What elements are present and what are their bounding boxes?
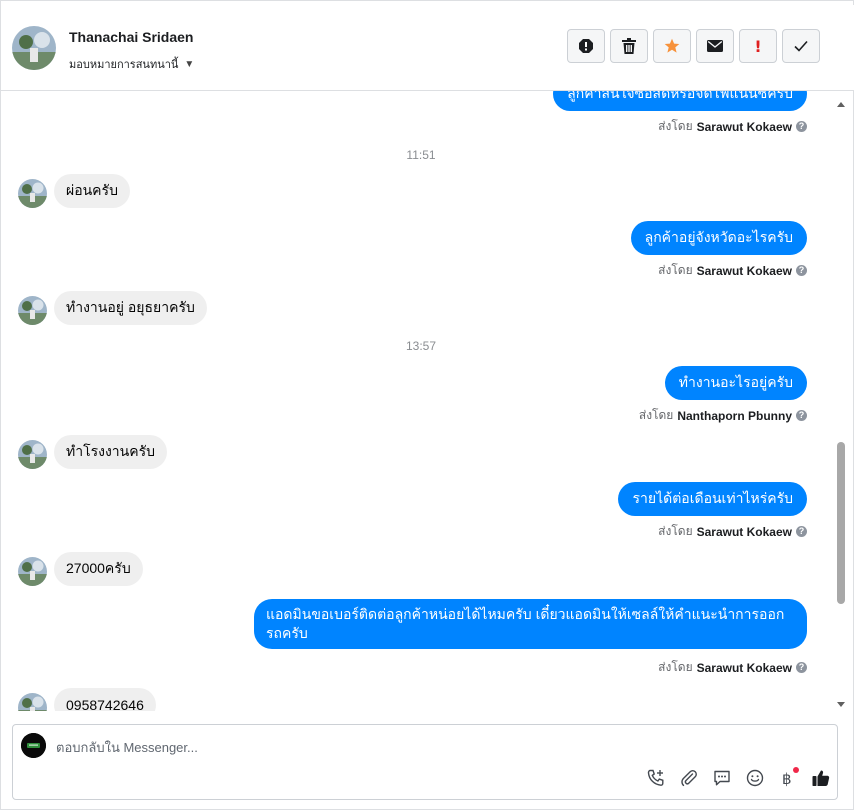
message-outgoing[interactable]: แอดมินขอเบอร์ติดต่อลูกค้าหน่อยได้ไหมครับ… xyxy=(254,599,807,649)
sent-by-prefix: ส่งโดย xyxy=(658,660,693,674)
contact-avatar-small[interactable] xyxy=(18,296,47,325)
help-icon[interactable]: ? xyxy=(796,662,807,673)
message-text: ทำงานอยู่ อยุธยาครับ xyxy=(66,299,195,315)
scroll-up-arrow-icon[interactable] xyxy=(836,97,846,107)
sent-by-prefix: ส่งโดย xyxy=(638,408,674,422)
caret-down-icon: ▼ xyxy=(184,58,195,70)
agent-name: Sarawut Kokaew xyxy=(696,263,792,278)
contact-avatar[interactable] xyxy=(12,26,56,70)
help-icon[interactable]: ? xyxy=(796,265,807,276)
sent-by-prefix: ส่งโดย xyxy=(658,524,693,538)
timestamp: 13:57 xyxy=(405,339,437,353)
notification-dot xyxy=(793,767,799,773)
report-button[interactable] xyxy=(567,29,605,63)
message-incoming[interactable]: 0958742646 xyxy=(54,688,156,711)
conversation-actions: ! xyxy=(567,29,820,63)
message-text: 27000ครับ xyxy=(66,560,131,576)
message-text: ผ่อนครับ xyxy=(66,182,118,198)
important-button[interactable]: ! xyxy=(739,29,777,63)
star-button[interactable] xyxy=(653,29,691,63)
contact-avatar-small[interactable] xyxy=(18,440,47,469)
page-avatar xyxy=(21,733,46,758)
message-incoming[interactable]: ทำงานอยู่ อยุธยาครับ xyxy=(54,291,207,325)
assign-label: มอบหมายการสนทนานี้ xyxy=(69,59,179,71)
agent-name: Sarawut Kokaew xyxy=(696,119,792,134)
emoji-icon[interactable] xyxy=(744,767,766,789)
message-outgoing[interactable]: ทำงานอะไรอยู่ครับ xyxy=(664,366,807,400)
mark-done-button[interactable] xyxy=(782,29,820,63)
like-icon[interactable] xyxy=(810,767,832,789)
reply-composer: ฿ xyxy=(12,724,838,800)
contact-avatar-small[interactable] xyxy=(18,557,47,586)
check-icon xyxy=(794,40,808,52)
conversation-header: Thanachai Sridaen มอบหมายการสนทนานี้ ▼ ! xyxy=(1,5,854,91)
scrollbar-thumb[interactable] xyxy=(837,442,845,604)
inbox-conversation-panel: Thanachai Sridaen มอบหมายการสนทนานี้ ▼ !… xyxy=(0,0,854,810)
scroll-down-arrow-icon[interactable] xyxy=(836,696,846,707)
help-icon[interactable]: ? xyxy=(796,410,807,421)
contact-avatar-small[interactable] xyxy=(18,693,47,711)
message-incoming[interactable]: 27000ครับ xyxy=(54,552,143,586)
message-text: ทำโรงงานครับ xyxy=(66,443,156,459)
message-text: 0958742646 xyxy=(66,697,144,711)
message-text: ลูกค้าสนใจซื้อสดหรือจัดไฟแนนซ์ครับ xyxy=(567,91,793,101)
message-outgoing[interactable]: ลูกค้าสนใจซื้อสดหรือจัดไฟแนนซ์ครับ xyxy=(553,91,807,111)
message-text: ทำงานอะไรอยู่ครับ xyxy=(678,374,793,390)
message-thread[interactable]: ลูกค้าสนใจซื้อสดหรือจัดไฟแนนซ์ครับ ส่งโด… xyxy=(1,91,835,711)
report-icon xyxy=(578,38,594,54)
message-incoming[interactable]: ผ่อนครับ xyxy=(54,174,130,208)
sent-by-prefix: ส่งโดย xyxy=(658,119,693,133)
message-text: แอดมินขอเบอร์ติดต่อลูกค้าหน่อยได้ไหมครับ… xyxy=(266,606,785,641)
message-outgoing[interactable]: ลูกค้าอยู่จังหวัดอะไรครับ xyxy=(630,221,807,255)
message-outgoing[interactable]: รายได้ต่อเดือนเท่าไหร่ครับ xyxy=(618,482,807,516)
sent-by-label: ส่งโดย Nanthaporn Pbunny ? xyxy=(639,406,807,425)
agent-name: Nanthaporn Pbunny xyxy=(677,408,792,423)
help-icon[interactable]: ? xyxy=(796,121,807,132)
important-icon: ! xyxy=(754,36,762,56)
contact-name[interactable]: Thanachai Sridaen xyxy=(69,29,193,45)
sent-by-label: ส่งโดย Sarawut Kokaew ? xyxy=(658,658,807,677)
help-icon[interactable]: ? xyxy=(796,526,807,537)
agent-name: Sarawut Kokaew xyxy=(696,660,792,675)
call-add-icon[interactable] xyxy=(645,767,667,789)
mark-unread-button[interactable] xyxy=(696,29,734,63)
sent-by-label: ส่งโดย Sarawut Kokaew ? xyxy=(658,261,807,280)
composer-toolbar: ฿ xyxy=(645,767,832,789)
sent-by-prefix: ส่งโดย xyxy=(658,263,693,277)
agent-name: Sarawut Kokaew xyxy=(696,524,792,539)
attachment-icon[interactable] xyxy=(678,767,700,789)
assign-conversation-dropdown[interactable]: มอบหมายการสนทนานี้ ▼ xyxy=(69,55,194,73)
message-text: ลูกค้าอยู่จังหวัดอะไรครับ xyxy=(644,229,793,245)
delete-button[interactable] xyxy=(610,29,648,63)
saved-replies-icon[interactable] xyxy=(711,767,733,789)
reply-input[interactable] xyxy=(56,737,656,757)
message-text: รายได้ต่อเดือนเท่าไหร่ครับ xyxy=(632,490,793,506)
timestamp: 11:51 xyxy=(406,148,436,162)
contact-avatar-small[interactable] xyxy=(18,179,47,208)
baht-icon[interactable]: ฿ xyxy=(777,767,799,789)
star-icon xyxy=(664,38,680,54)
mail-icon xyxy=(707,40,723,52)
svg-text:฿: ฿ xyxy=(782,770,792,788)
sent-by-label: ส่งโดย Sarawut Kokaew ? xyxy=(658,117,807,136)
message-incoming[interactable]: ทำโรงงานครับ xyxy=(54,435,168,469)
trash-icon xyxy=(622,38,636,54)
sent-by-label: ส่งโดย Sarawut Kokaew ? xyxy=(658,522,807,541)
